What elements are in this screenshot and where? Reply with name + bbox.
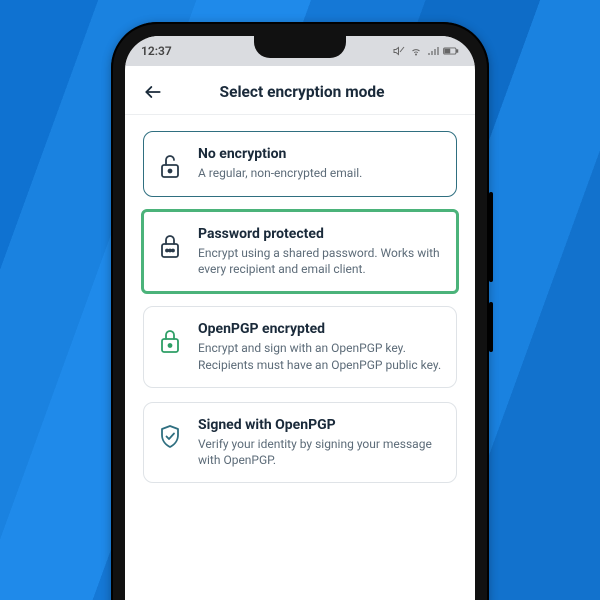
option-openpgp-encrypted[interactable]: OpenPGP encrypted Encrypt and sign with … <box>143 306 457 387</box>
option-desc: A regular, non-encrypted email. <box>198 165 442 181</box>
mute-icon <box>393 45 405 57</box>
unlock-icon <box>156 150 184 182</box>
app-header: Select encryption mode <box>125 66 475 115</box>
option-title: OpenPGP encrypted <box>198 321 442 337</box>
phone-screen: 12:37 Select encryption mode <box>125 36 475 600</box>
option-body: Password protected Encrypt using a share… <box>198 226 442 277</box>
signal-icon <box>427 45 439 57</box>
page-title: Select encryption mode <box>169 83 435 101</box>
phone-side-button <box>489 302 493 352</box>
option-no-encryption[interactable]: No encryption A regular, non-encrypted e… <box>143 131 457 197</box>
option-title: Password protected <box>198 226 442 242</box>
option-title: Signed with OpenPGP <box>198 417 442 433</box>
option-desc: Encrypt using a shared password. Works w… <box>198 245 442 277</box>
lock-password-icon <box>156 230 184 262</box>
wifi-icon <box>409 45 423 57</box>
wallpaper: 12:37 Select encryption mode <box>0 0 600 600</box>
option-password-protected[interactable]: Password protected Encrypt using a share… <box>143 211 457 292</box>
shield-check-icon <box>156 421 184 453</box>
phone-side-button <box>489 192 493 282</box>
option-body: No encryption A regular, non-encrypted e… <box>198 146 442 181</box>
battery-icon <box>443 45 459 57</box>
option-title: No encryption <box>198 146 442 162</box>
status-time: 12:37 <box>141 44 172 58</box>
options-list: No encryption A regular, non-encrypted e… <box>125 115 475 499</box>
option-signed-openpgp[interactable]: Signed with OpenPGP Verify your identity… <box>143 402 457 483</box>
phone-notch <box>254 36 346 58</box>
option-desc: Encrypt and sign with an OpenPGP key. Re… <box>198 340 442 372</box>
back-button[interactable] <box>141 80 165 104</box>
option-desc: Verify your identity by signing your mes… <box>198 436 442 468</box>
option-body: OpenPGP encrypted Encrypt and sign with … <box>198 321 442 372</box>
option-body: Signed with OpenPGP Verify your identity… <box>198 417 442 468</box>
status-icons <box>393 45 459 57</box>
phone-frame: 12:37 Select encryption mode <box>111 22 489 600</box>
arrow-left-icon <box>143 82 163 102</box>
lock-closed-icon <box>156 325 184 357</box>
